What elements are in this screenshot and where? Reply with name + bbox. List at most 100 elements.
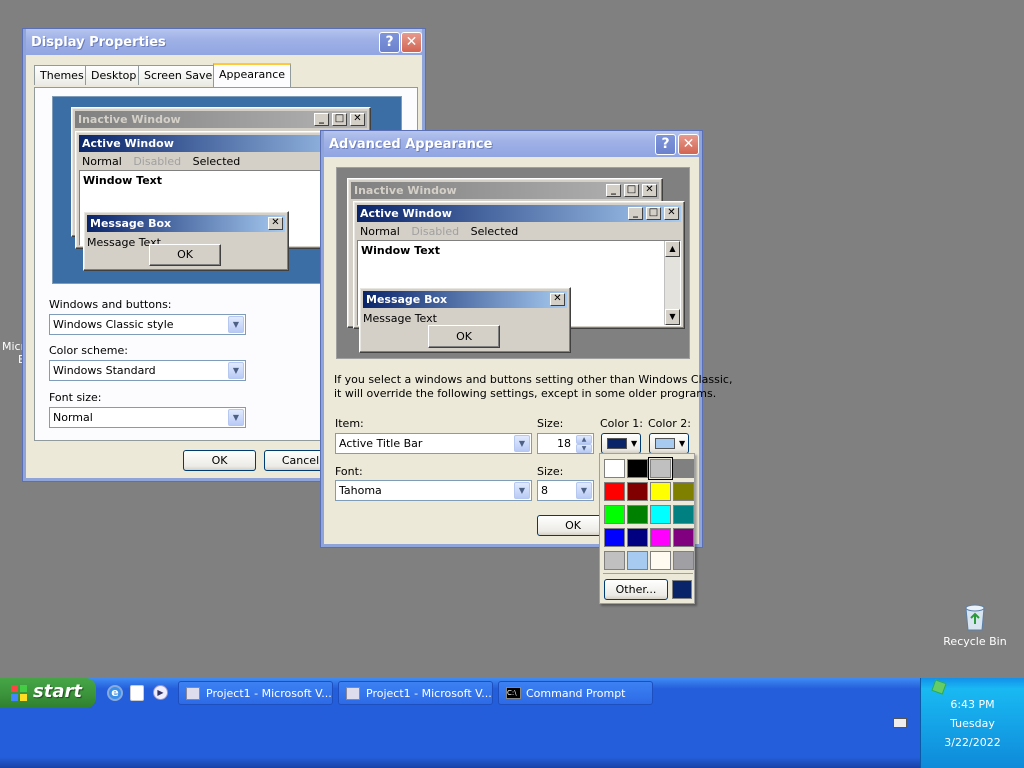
color-swatch[interactable]: [627, 551, 648, 570]
color-swatch[interactable]: [604, 528, 625, 547]
color-swatch[interactable]: [627, 459, 648, 478]
color-swatch[interactable]: [650, 505, 671, 524]
color-swatch[interactable]: [604, 505, 625, 524]
clock-day: Tuesday: [950, 717, 995, 730]
item-size-spinner[interactable]: 18 ▲ ▼: [537, 433, 594, 454]
font-label: Font:: [335, 465, 363, 478]
start-label: start: [33, 681, 82, 702]
item-select[interactable]: Active Title Bar ▼: [335, 433, 532, 454]
color-swatch[interactable]: [604, 482, 625, 501]
scroll-up-icon: ▲: [665, 241, 680, 257]
taskbar-item-project1-a[interactable]: Project1 - Microsoft V...: [178, 681, 333, 705]
font-size-value: 8: [541, 484, 548, 497]
color-swatch[interactable]: [673, 505, 694, 524]
color-swatch[interactable]: [648, 457, 673, 480]
color-swatch[interactable]: [673, 551, 694, 570]
spin-down-icon[interactable]: ▼: [576, 444, 592, 453]
preview-msgbox-titlebar: Message Box ✕: [87, 215, 285, 232]
color-scheme-select[interactable]: Windows Standard ▼: [49, 360, 246, 381]
chevron-down-icon[interactable]: ▼: [228, 316, 244, 333]
color2-button[interactable]: ▼: [649, 433, 689, 454]
info-text-line2: it will override the following settings,…: [334, 387, 717, 400]
font-size-select[interactable]: Normal ▼: [49, 407, 246, 428]
ok-button[interactable]: OK: [183, 450, 256, 471]
tab-themes[interactable]: Themes: [34, 65, 90, 85]
item-size-value: 18: [557, 437, 571, 450]
color-swatch[interactable]: [627, 505, 648, 524]
preview-inactive-titlebar: Inactive Window _ □ ✕: [75, 111, 367, 128]
windows-logo-icon: [11, 685, 27, 701]
recycle-bin-label: Recycle Bin: [943, 635, 1007, 648]
color1-swatch: [607, 438, 627, 449]
color-swatch[interactable]: [650, 482, 671, 501]
color-swatch[interactable]: [673, 459, 694, 478]
menu-selected: Selected: [192, 155, 241, 168]
preview-message-box: Message Box ✕ Message Text OK: [83, 211, 289, 271]
maximize-icon: □: [624, 184, 639, 197]
display-properties-titlebar[interactable]: Display Properties: [26, 29, 422, 55]
advanced-preview: Inactive Window _ □ ✕ Active Window _ □ …: [336, 167, 690, 359]
color-swatch[interactable]: [627, 528, 648, 547]
chevron-down-icon: ▼: [679, 439, 686, 448]
chevron-down-icon[interactable]: ▼: [228, 362, 244, 379]
adv-preview-active-titlebar: Active Window _ □ ✕: [357, 205, 681, 222]
recycle-bin[interactable]: Recycle Bin: [940, 600, 1010, 648]
spin-up-icon[interactable]: ▲: [576, 435, 592, 444]
preview-inactive-title: Inactive Window: [78, 113, 181, 126]
keyboard-icon[interactable]: [893, 718, 907, 728]
color-picker-popup: Other...: [599, 453, 695, 604]
color-swatch[interactable]: [650, 528, 671, 547]
chevron-down-icon[interactable]: ▼: [514, 435, 530, 452]
vb-project-icon: [346, 687, 360, 700]
popup-divider: [603, 573, 693, 574]
windows-buttons-select[interactable]: Windows Classic style ▼: [49, 314, 246, 335]
clock-time[interactable]: 6:43 PM: [921, 698, 1024, 711]
chevron-down-icon[interactable]: ▼: [514, 482, 530, 499]
network-icon[interactable]: [931, 679, 947, 695]
help-icon[interactable]: ?: [655, 134, 676, 155]
close-icon[interactable]: ✕: [678, 134, 699, 155]
color-swatch[interactable]: [673, 528, 694, 547]
custom-color-swatch[interactable]: [672, 580, 692, 599]
close-icon[interactable]: ✕: [401, 32, 422, 53]
adv-preview-msgbox-titlebar: Message Box ✕: [363, 291, 567, 308]
other-color-button[interactable]: Other...: [604, 579, 668, 600]
font-size-label: Font size:: [49, 391, 102, 404]
tab-appearance[interactable]: Appearance: [213, 63, 292, 87]
close-icon: ✕: [350, 113, 365, 126]
tab-strip: Themes Desktop Screen Saver Appearance: [34, 63, 424, 89]
close-icon: ✕: [664, 207, 679, 220]
tab-desktop[interactable]: Desktop: [85, 65, 143, 85]
chevron-down-icon[interactable]: ▼: [576, 482, 592, 499]
color2-swatch: [655, 438, 675, 449]
taskbar-item-project1-b[interactable]: Project1 - Microsoft V...: [338, 681, 493, 705]
tab-screen-saver[interactable]: Screen Saver: [138, 65, 223, 85]
taskbar-item-command-prompt[interactable]: C:\ Command Prompt: [498, 681, 653, 705]
color-swatch[interactable]: [627, 482, 648, 501]
outlook-express-icon[interactable]: [130, 685, 144, 701]
font-select[interactable]: Tahoma ▼: [335, 480, 532, 501]
adv-preview-scrollbar: ▲ ▼: [664, 241, 680, 325]
color-swatch[interactable]: [650, 551, 671, 570]
taskbar-item-label: Command Prompt: [526, 687, 626, 700]
color1-button[interactable]: ▼: [601, 433, 641, 454]
color-swatch[interactable]: [604, 551, 625, 570]
preview-menu: Normal Disabled Selected: [82, 155, 240, 168]
color-swatch[interactable]: [673, 482, 694, 501]
media-player-icon[interactable]: ▶: [153, 685, 168, 700]
vb-project-icon: [186, 687, 200, 700]
adv-preview-msgbox-text: Message Text: [363, 312, 437, 325]
chevron-down-icon[interactable]: ▼: [228, 409, 244, 426]
start-button[interactable]: start: [0, 678, 96, 708]
color-scheme-value: Windows Standard: [53, 364, 156, 377]
advanced-appearance-titlebar[interactable]: Advanced Appearance: [324, 131, 699, 157]
font-size-select[interactable]: 8 ▼: [537, 480, 594, 501]
minimize-icon: _: [314, 113, 329, 126]
help-icon[interactable]: ?: [379, 32, 400, 53]
info-text-line1: If you select a windows and buttons sett…: [334, 373, 733, 386]
adv-preview-msgbox-title: Message Box: [366, 293, 448, 306]
menu-disabled: Disabled: [133, 155, 182, 168]
maximize-icon: □: [646, 207, 661, 220]
internet-explorer-icon[interactable]: e: [107, 685, 123, 701]
color-swatch[interactable]: [604, 459, 625, 478]
